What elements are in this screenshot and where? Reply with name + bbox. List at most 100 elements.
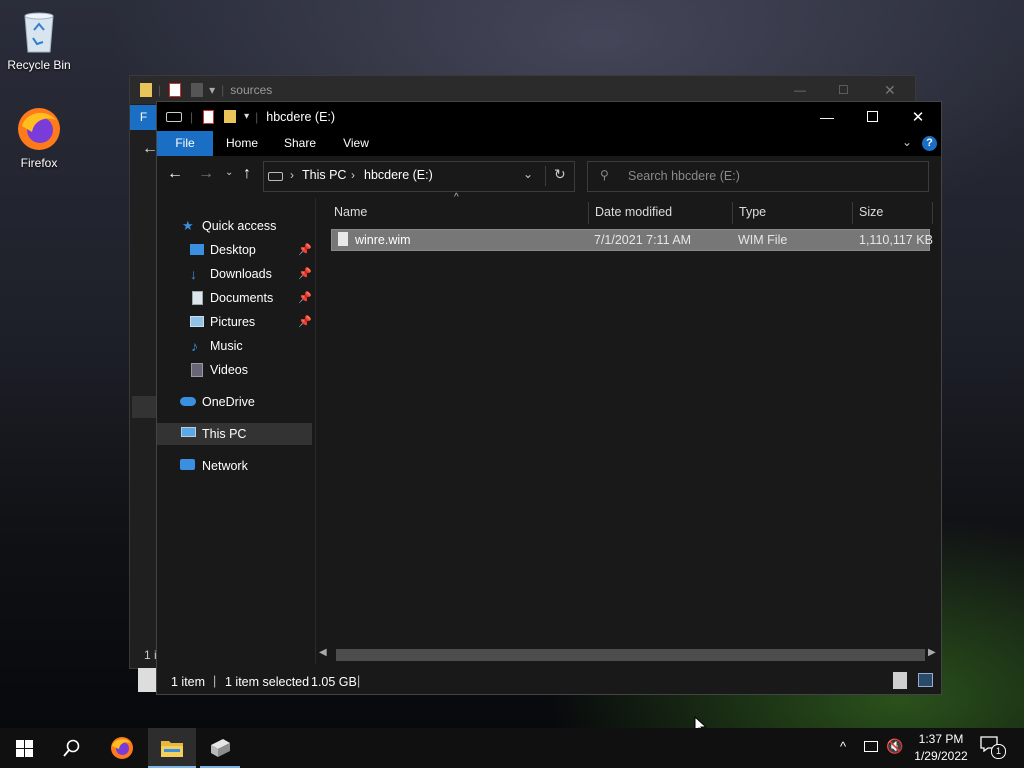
horizontal-scrollbar[interactable]: ◀ ▶ — [319, 646, 936, 662]
title-bar: | ▾ | sources — ☐ ✕ — [130, 76, 915, 104]
large-icons-view-icon[interactable] — [918, 673, 933, 687]
nav-label: Desktop — [210, 243, 256, 257]
nav-selected-highlight — [132, 396, 158, 418]
explorer-window[interactable]: | ▾ | hbcdere (E:) — ✕ File Home Share V… — [156, 101, 942, 695]
pin-icon[interactable]: 📌 — [298, 263, 312, 285]
back-icon[interactable]: ← — [167, 165, 183, 183]
scrollbar-thumb[interactable] — [336, 649, 925, 661]
action-center-button[interactable]: 1 — [980, 736, 1010, 762]
search-button[interactable] — [48, 728, 96, 768]
desktop-icon-label: Firefox — [20, 156, 58, 170]
properties-icon — [169, 83, 182, 97]
tab-view[interactable]: View — [333, 131, 379, 156]
firefox-icon — [111, 737, 133, 759]
pin-icon[interactable]: 📌 — [298, 287, 312, 309]
column-divider[interactable] — [852, 202, 853, 224]
maximize-button[interactable]: ☐ — [838, 83, 849, 97]
desktop-icon-recycle-bin[interactable]: Recycle Bin — [1, 8, 77, 72]
network-icon[interactable] — [864, 741, 878, 752]
new-folder-icon[interactable] — [224, 110, 237, 123]
minimize-button[interactable]: — — [804, 102, 850, 131]
desktop-icon-label: Recycle Bin — [7, 58, 71, 72]
breadcrumb-drive[interactable]: hbcdere (E:) — [364, 168, 433, 182]
maximize-button[interactable] — [849, 102, 895, 131]
pin-icon[interactable]: 📌 — [298, 311, 312, 333]
nav-item-this-pc[interactable]: This PC — [157, 423, 312, 445]
column-header-date-modified[interactable]: Date modified — [595, 198, 735, 226]
column-divider[interactable] — [732, 202, 733, 224]
file-name: winre.wim — [355, 233, 411, 247]
address-separator — [545, 166, 546, 186]
nav-item-videos[interactable]: Videos — [157, 359, 312, 381]
expand-ribbon-icon[interactable]: ⌄ — [902, 135, 912, 149]
address-dropdown-icon[interactable]: ⌄ — [523, 167, 533, 181]
search-placeholder: Search hbcdere (E:) — [628, 169, 740, 183]
column-header-size[interactable]: Size — [859, 198, 929, 226]
nav-item-network[interactable]: Network — [157, 455, 312, 477]
scroll-left-icon[interactable]: ◀ — [319, 647, 327, 658]
maximize-icon — [866, 111, 878, 122]
status-selected: 1 item selected — [225, 675, 310, 689]
tab-share[interactable]: Share — [277, 131, 323, 156]
taskbar-file-explorer[interactable] — [148, 728, 196, 768]
tab-file[interactable]: F — [130, 105, 157, 130]
status-bar: 1 item | 1 item selected 1.05 GB | — [157, 668, 941, 694]
file-size: 1,110,117 KB — [859, 233, 933, 247]
column-header-type[interactable]: Type — [739, 198, 849, 226]
close-button[interactable]: ✕ — [895, 102, 941, 131]
help-icon[interactable]: ? — [922, 136, 937, 151]
nav-item-desktop[interactable]: Desktop 📌 — [157, 239, 312, 261]
file-icon — [338, 232, 348, 246]
navigation-pane: ★ Quick access Desktop 📌 ↓ Downloads 📌 D… — [157, 198, 315, 664]
desktop-icon-firefox[interactable]: Firefox — [1, 106, 77, 170]
nav-item-quick-access[interactable]: ★ Quick access — [157, 215, 312, 237]
documents-folder-icon — [192, 291, 203, 305]
file-date: 7/1/2021 7:11 AM — [594, 233, 692, 247]
properties-icon[interactable] — [203, 109, 215, 124]
refresh-icon[interactable]: ↻ — [554, 166, 566, 183]
forward-icon[interactable]: → — [198, 165, 214, 183]
ribbon-tabs: File Home Share View ⌄ ? — [157, 131, 941, 156]
minimize-button[interactable]: — — [794, 83, 806, 97]
recent-locations-icon[interactable]: ⌄ — [225, 167, 233, 178]
nav-item-documents[interactable]: Documents 📌 — [157, 287, 312, 309]
column-divider[interactable] — [932, 202, 933, 224]
clock-time[interactable]: 1:37 PM — [913, 732, 969, 746]
customize-toolbar-icon[interactable]: ▾ — [244, 111, 249, 122]
tab-file[interactable]: File — [157, 131, 213, 156]
address-bar[interactable]: › This PC › hbcdere (E:) ⌄ ↻ — [263, 161, 575, 192]
window-title: hbcdere (E:) — [266, 109, 336, 124]
nav-item-onedrive[interactable]: OneDrive — [157, 391, 312, 413]
up-icon[interactable]: ↑ — [243, 165, 251, 183]
search-icon — [63, 739, 80, 757]
clock-date[interactable]: 1/29/2022 — [909, 749, 973, 763]
file-explorer-icon — [161, 741, 183, 757]
videos-folder-icon — [191, 363, 203, 377]
column-divider[interactable] — [588, 202, 589, 224]
show-hidden-icons-icon[interactable]: ^ — [840, 739, 846, 754]
nav-label: Videos — [210, 363, 248, 377]
pin-icon[interactable]: 📌 — [298, 239, 312, 261]
column-header-name[interactable]: Name — [334, 198, 584, 226]
usb-drive-icon — [211, 739, 230, 757]
start-button[interactable] — [0, 728, 48, 768]
breadcrumb-this-pc[interactable]: This PC — [302, 168, 346, 182]
scroll-right-icon[interactable]: ▶ — [928, 647, 936, 658]
firefox-icon — [16, 106, 62, 152]
nav-item-downloads[interactable]: ↓ Downloads 📌 — [157, 263, 312, 285]
search-icon: ⚲ — [600, 168, 609, 182]
details-view-icon[interactable] — [893, 672, 907, 689]
close-button[interactable]: ✕ — [884, 82, 896, 99]
status-item-count: 1 item — [171, 675, 206, 689]
search-input[interactable]: ⚲ Search hbcdere (E:) — [587, 161, 929, 192]
nav-item-pictures[interactable]: Pictures 📌 — [157, 311, 312, 333]
nav-label: OneDrive — [202, 395, 255, 409]
tab-home[interactable]: Home — [219, 131, 265, 156]
file-list: ^ Name Date modified Type Size winre.wim… — [316, 192, 941, 664]
music-folder-icon: ♪ — [191, 338, 198, 354]
taskbar-drive-app[interactable] — [196, 728, 244, 768]
taskbar-firefox[interactable] — [98, 728, 146, 768]
table-row[interactable]: winre.wim 7/1/2021 7:11 AM WIM File 1,11… — [331, 229, 933, 251]
nav-item-music[interactable]: ♪ Music — [157, 335, 312, 357]
volume-muted-icon[interactable]: 🔇 — [886, 738, 903, 755]
